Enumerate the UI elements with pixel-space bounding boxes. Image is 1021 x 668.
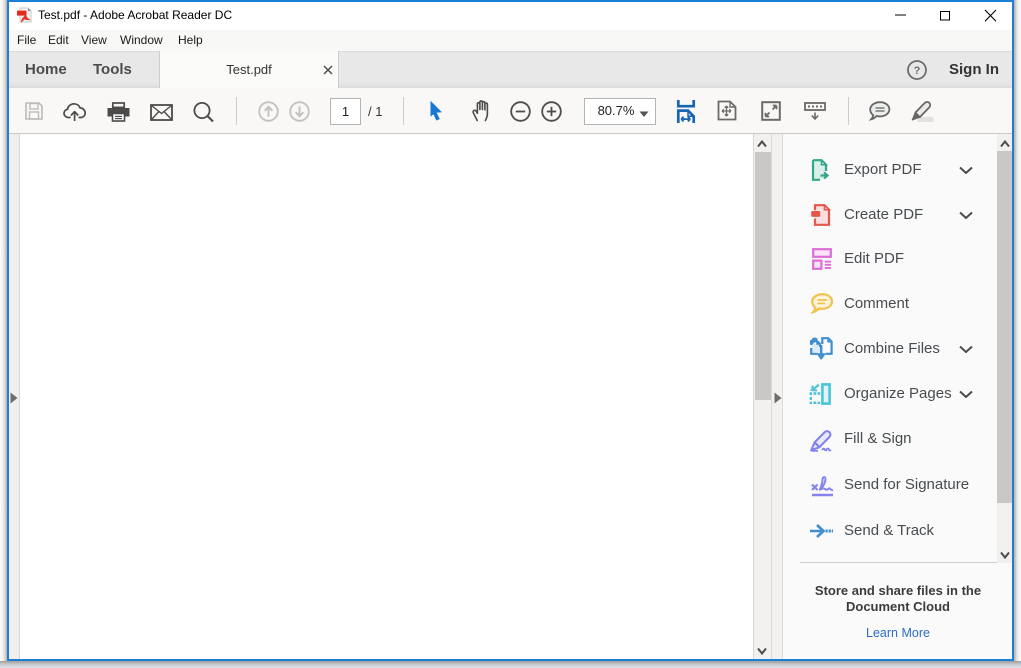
svg-text:?: ? [914,65,921,77]
